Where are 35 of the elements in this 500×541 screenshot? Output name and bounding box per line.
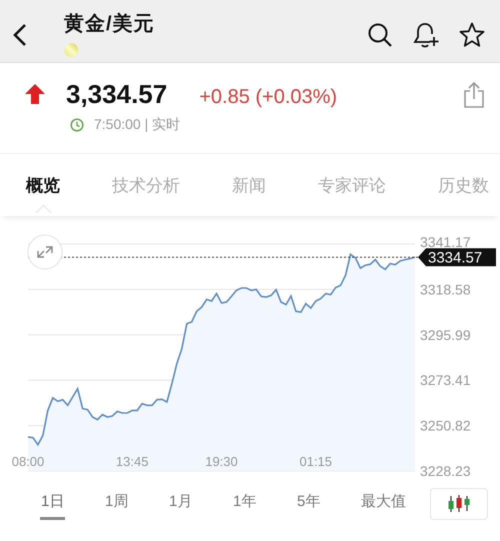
tab[interactable]: 概览: [26, 174, 60, 196]
candlestick-button[interactable]: [430, 488, 488, 520]
update-time: 7:50:00 | 实时: [94, 116, 180, 134]
tab[interactable]: 新闻: [232, 174, 266, 196]
y-axis-label: 3318.58: [420, 281, 471, 298]
candlestick-icon: [447, 495, 471, 513]
period-tab[interactable]: 最大值: [360, 488, 407, 520]
star-icon[interactable]: [458, 21, 486, 49]
x-axis-label: 19:30: [205, 454, 238, 469]
up-arrow-icon: [24, 83, 46, 105]
y-axis-label: 3295.99: [420, 326, 471, 343]
price-change: +0.85 (+0.03%): [199, 86, 338, 109]
period-tab[interactable]: 1日: [40, 488, 66, 520]
y-axis-label: 3250.82: [420, 418, 471, 434]
tab[interactable]: 专家评论: [318, 174, 386, 196]
search-icon[interactable]: [366, 21, 394, 49]
x-axis-label: 08:00: [12, 454, 44, 469]
tab[interactable]: 技术分析: [112, 174, 180, 196]
y-axis-label: 3273.41: [420, 372, 471, 388]
period-tab[interactable]: 1月: [168, 488, 194, 520]
x-axis-label: 01:15: [300, 454, 332, 469]
period-tab[interactable]: 1周: [104, 488, 130, 520]
expand-icon[interactable]: [28, 234, 62, 270]
period-tab[interactable]: 5年: [296, 488, 322, 520]
period-tab[interactable]: 1年: [232, 488, 258, 520]
coin-icon: [64, 43, 78, 57]
bell-plus-icon[interactable]: [412, 21, 440, 49]
price: 3,334.57: [66, 79, 168, 110]
tab[interactable]: 历史数: [438, 174, 489, 196]
y-axis-label: 3228.23: [420, 463, 471, 479]
clock-icon: [70, 118, 84, 132]
page-title: 黄金/美元: [64, 12, 155, 37]
y-axis-label: 3341.17: [420, 234, 471, 250]
share-icon[interactable]: [462, 81, 486, 109]
x-axis-label: 13:45: [116, 454, 148, 469]
